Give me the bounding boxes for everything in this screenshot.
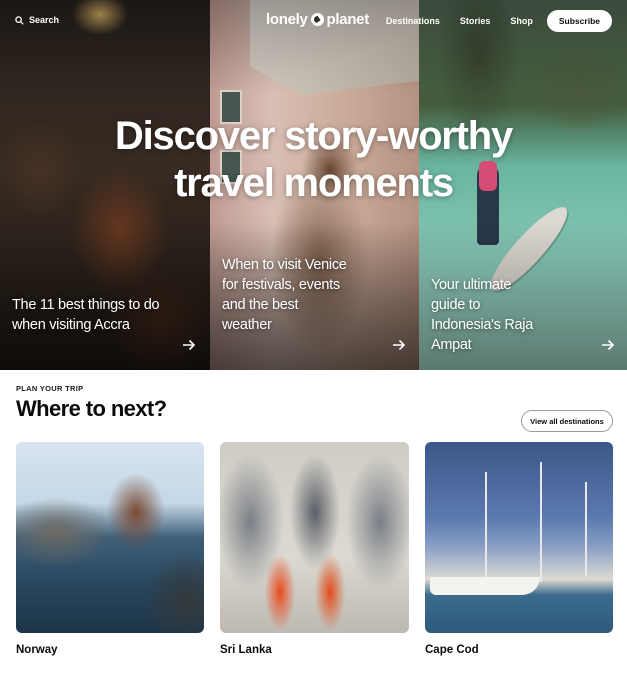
search-icon: [15, 15, 24, 25]
nav-link-destinations[interactable]: Destinations: [386, 16, 440, 26]
destination-card-cape-cod[interactable]: [425, 442, 613, 633]
mast-graphic: [485, 472, 487, 577]
top-nav: Search lonely planet Destinations Storie…: [0, 0, 627, 42]
section-title: Where to next?: [16, 396, 167, 421]
arrow-right-icon[interactable]: [601, 338, 615, 352]
subscribe-button[interactable]: Subscribe: [546, 10, 612, 32]
logo-text-lonely: lonely: [266, 11, 308, 28]
mast-graphic: [585, 482, 587, 577]
destination-card-norway[interactable]: [16, 442, 204, 633]
arrow-right-icon[interactable]: [392, 338, 406, 352]
hero-section: Search lonely planet Destinations Storie…: [0, 0, 627, 370]
arrow-right-icon[interactable]: [182, 338, 196, 352]
site-logo[interactable]: lonely planet: [266, 11, 369, 28]
destination-name[interactable]: Cape Cod: [425, 644, 479, 656]
mast-graphic: [540, 462, 542, 582]
hero-headline-line1: Discover story-worthy: [114, 114, 513, 158]
destination-name[interactable]: Norway: [16, 644, 58, 656]
hero-card-caption[interactable]: The 11 best things to do when visiting A…: [12, 295, 162, 335]
destination-card-sri-lanka[interactable]: [220, 442, 409, 633]
hero-card-caption[interactable]: When to visit Venice for festivals, even…: [222, 255, 347, 335]
hero-headline: Discover story-worthy travel moments: [0, 113, 627, 207]
destination-name[interactable]: Sri Lanka: [220, 644, 272, 656]
section-eyebrow: PLAN YOUR TRIP: [16, 384, 84, 393]
logo-text-planet: planet: [326, 11, 370, 28]
nav-link-shop[interactable]: Shop: [510, 16, 533, 26]
view-all-destinations-button[interactable]: View all destinations: [521, 410, 613, 432]
nav-link-stories[interactable]: Stories: [460, 16, 491, 26]
boat-graphic: [430, 577, 540, 595]
search-label: Search: [29, 15, 60, 25]
globe-logo-icon: [310, 13, 324, 26]
hero-headline-line2: travel moments: [174, 161, 454, 205]
hero-card-caption[interactable]: Your ultimate guide to Indonesia's Raja …: [431, 275, 536, 355]
search-button[interactable]: Search: [15, 15, 59, 25]
nav-links: Destinations Stories Shop Subscribe: [366, 10, 612, 32]
